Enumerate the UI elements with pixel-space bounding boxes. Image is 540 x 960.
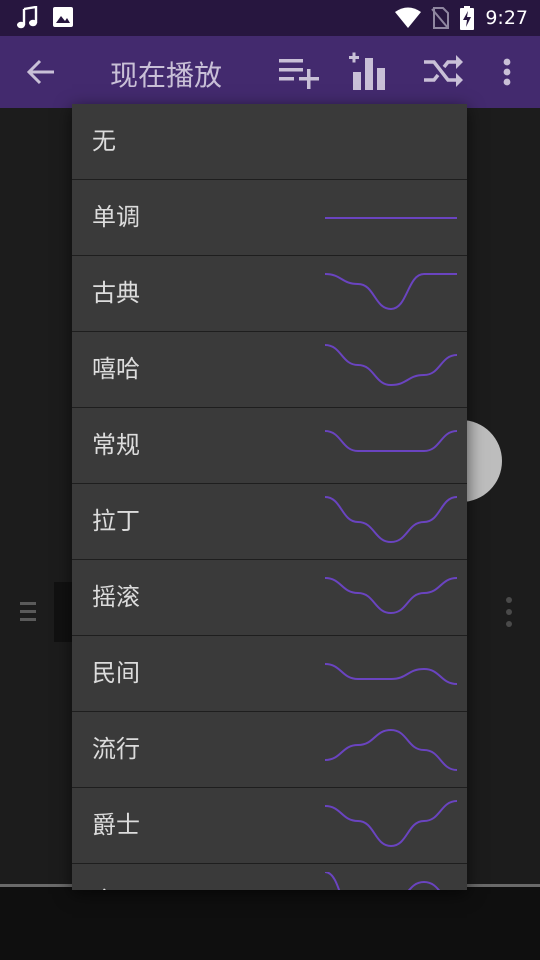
preset-item-latin[interactable]: 拉丁 bbox=[72, 484, 467, 560]
preset-item-normal[interactable]: 常规 bbox=[72, 408, 467, 484]
eq-curve-icon bbox=[324, 496, 458, 544]
equalizer-icon[interactable] bbox=[348, 50, 392, 94]
eq-curve-icon bbox=[324, 344, 458, 387]
eq-curve-icon bbox=[324, 800, 458, 848]
more-options-icon[interactable] bbox=[490, 50, 524, 94]
preset-item-folk[interactable]: 民间 bbox=[72, 636, 467, 712]
preset-label: 流行 bbox=[92, 735, 140, 763]
shuffle-icon[interactable] bbox=[420, 50, 464, 94]
eq-curve-icon bbox=[324, 577, 458, 615]
eq-curve-icon bbox=[324, 872, 441, 890]
eq-curve-line bbox=[324, 430, 458, 452]
battery-charging-icon bbox=[460, 6, 475, 30]
back-arrow-icon[interactable] bbox=[26, 58, 56, 86]
image-icon bbox=[53, 7, 73, 27]
eq-curve-line bbox=[324, 872, 441, 890]
preset-item-pop[interactable]: 流行 bbox=[72, 712, 467, 788]
add-to-playlist-icon[interactable] bbox=[277, 50, 321, 94]
preset-item-jazz[interactable]: 爵士 bbox=[72, 788, 467, 864]
page-title: 现在播放 bbox=[110, 59, 223, 92]
preset-label: 爵士 bbox=[92, 811, 140, 839]
item-more-icon bbox=[506, 597, 512, 627]
preset-item-rock[interactable]: 摇滚 bbox=[72, 560, 467, 636]
eq-curve-line bbox=[324, 273, 457, 311]
preset-label: 嘻哈 bbox=[92, 355, 140, 383]
preset-label: 无 bbox=[92, 127, 116, 155]
preset-item-flat[interactable]: 单调 bbox=[72, 180, 467, 256]
preset-label: 古典 bbox=[92, 279, 140, 307]
status-time: 9:27 bbox=[485, 7, 528, 29]
eq-curve-line bbox=[324, 728, 458, 771]
bottom-bar bbox=[0, 887, 540, 960]
preset-label: 单调 bbox=[92, 203, 140, 231]
eq-curve-icon bbox=[324, 273, 457, 311]
toolbar: 现在播放 bbox=[0, 36, 540, 108]
preset-label: 金属 bbox=[92, 886, 140, 890]
preset-label: 民间 bbox=[92, 659, 140, 687]
preset-label: 常规 bbox=[92, 431, 140, 459]
eq-curve-icon bbox=[325, 217, 457, 219]
preset-label: 摇滚 bbox=[92, 583, 140, 611]
eq-curve-icon bbox=[324, 430, 458, 452]
preset-item-hiphop[interactable]: 嘻哈 bbox=[72, 332, 467, 408]
preset-item-metal[interactable]: 金属 bbox=[72, 864, 467, 890]
drag-handle-icon bbox=[20, 602, 36, 621]
status-bar: 9:27 bbox=[0, 0, 540, 36]
music-note-icon bbox=[17, 6, 38, 29]
preset-item-none[interactable]: 无 bbox=[72, 104, 467, 180]
eq-curve-icon bbox=[324, 728, 458, 771]
eq-curve-icon bbox=[324, 663, 458, 685]
preset-item-classical[interactable]: 古典 bbox=[72, 256, 467, 332]
equalizer-preset-menu: 无 单调 古典 嘻哈 常规 拉丁 摇滚 民间 流行 爵士 金属 bbox=[72, 104, 467, 890]
wifi-icon bbox=[395, 7, 422, 28]
no-sim-icon bbox=[431, 7, 450, 29]
eq-curve-line bbox=[324, 800, 458, 848]
eq-curve-line bbox=[324, 344, 458, 387]
eq-curve-line bbox=[324, 663, 458, 685]
eq-curve-line bbox=[324, 577, 458, 615]
preset-label: 拉丁 bbox=[92, 507, 140, 535]
eq-curve-line bbox=[324, 496, 458, 544]
